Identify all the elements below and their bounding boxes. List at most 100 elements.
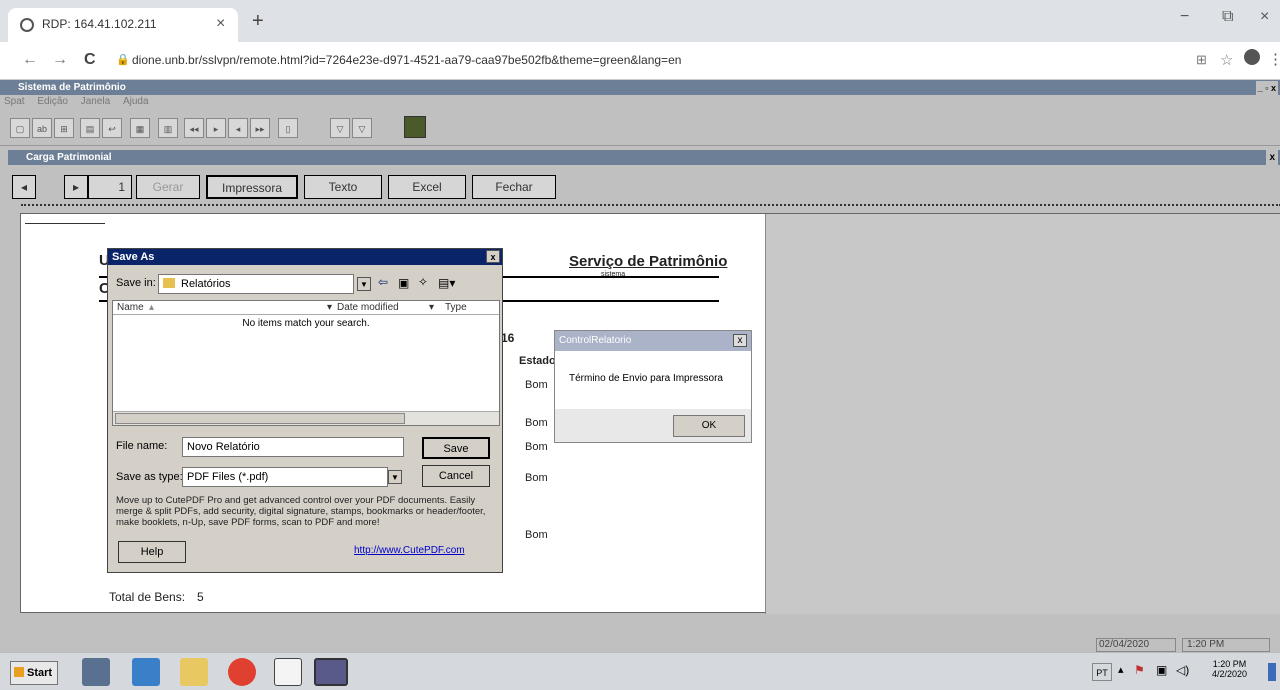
file-list-header: Name ▴ ▾ Date modified ▾ Type <box>113 301 499 315</box>
page-icon[interactable]: ▯ <box>278 118 298 138</box>
save-as-title: Save As <box>112 251 155 263</box>
save-icon[interactable]: ▤ <box>80 118 100 138</box>
chevron-down-icon[interactable]: ▼ <box>388 470 402 484</box>
child-window-title: Carga Patrimonial <box>26 152 112 163</box>
column-date-filter-icon[interactable]: ▾ <box>429 302 434 313</box>
up-folder-icon[interactable]: ▣ <box>398 276 409 290</box>
control-dialog-close-button[interactable]: x <box>733 334 747 347</box>
column-date-modified[interactable]: Date modified <box>337 302 399 313</box>
save-as-dialog: Save As x Save in: Relatórios ▼ ⇦ ▣ ✧ ▤▾… <box>107 248 503 573</box>
prev-record-icon[interactable]: ▸ <box>206 118 226 138</box>
control-dialog-title-bar: ControlRelatorio x <box>555 331 751 351</box>
child-close-button[interactable]: x <box>1266 150 1278 165</box>
chrome-icon[interactable] <box>228 658 256 686</box>
scrollbar-thumb[interactable] <box>115 413 405 424</box>
control-relatorio-dialog: ControlRelatorio x Término de Envio para… <box>554 330 752 443</box>
total-label: Total de Bens: <box>109 590 186 604</box>
new-folder-icon[interactable]: ✧ <box>418 275 428 289</box>
column-type[interactable]: Type <box>445 302 467 313</box>
translate-icon[interactable]: ⊞ <box>1196 52 1207 68</box>
report-stub-16: 16 <box>501 331 515 345</box>
preview-icon[interactable]: ▦ <box>130 118 150 138</box>
ie-icon[interactable] <box>132 658 160 686</box>
network-icon[interactable]: ▣ <box>1156 663 1167 677</box>
chevron-down-icon[interactable]: ▼ <box>357 277 371 291</box>
sort-icon: ▴ <box>149 302 155 313</box>
undo-icon[interactable]: ↩ <box>102 118 122 138</box>
menu-spat[interactable]: Spat <box>4 96 25 107</box>
show-hidden-icons-icon[interactable]: ▴ <box>1118 663 1124 676</box>
close-window-button[interactable]: × <box>1260 8 1269 26</box>
star-icon[interactable]: ☆ <box>1220 51 1233 69</box>
save-button[interactable]: Save <box>422 437 490 459</box>
save-in-dropdown[interactable]: Relatórios <box>158 274 354 294</box>
window-icon[interactable] <box>274 658 302 686</box>
url-input[interactable]: 🔒 dione.unb.br/sslvpn/remote.html?id=726… <box>110 48 1120 74</box>
profile-icon[interactable] <box>1244 49 1260 65</box>
clear-filter-icon[interactable]: ▽ <box>352 118 372 138</box>
cutepdf-link[interactable]: http://www.CutePDF.com <box>354 545 465 556</box>
reload-button[interactable]: C <box>84 51 96 69</box>
clock[interactable]: 1:20 PM 4/2/2020 <box>1212 659 1247 679</box>
ok-button[interactable]: OK <box>673 415 745 437</box>
help-button[interactable]: Help <box>118 541 186 563</box>
impressora-button[interactable]: Impressora <box>206 175 298 199</box>
volume-icon[interactable]: ◁) <box>1176 663 1189 677</box>
next-record-icon[interactable]: ◂ <box>228 118 248 138</box>
start-label: Start <box>27 667 53 679</box>
clock-time: 1:20 PM <box>1212 659 1247 669</box>
last-record-icon[interactable]: ▸▸ <box>250 118 270 138</box>
new-tab-button[interactable]: + <box>252 10 264 33</box>
exit-icon[interactable] <box>404 116 426 138</box>
view-menu-icon[interactable]: ▤▾ <box>438 276 455 290</box>
back-button[interactable]: ← <box>22 51 38 69</box>
horizontal-scrollbar[interactable] <box>113 411 499 425</box>
folder-icon <box>163 278 175 288</box>
menu-ajuda[interactable]: Ajuda <box>123 96 149 107</box>
explorer-icon[interactable] <box>180 658 208 686</box>
grid-icon[interactable]: ⊞ <box>54 118 74 138</box>
fechar-button[interactable]: Fechar <box>472 175 556 199</box>
file-name-input[interactable]: Novo Relatório <box>182 437 404 457</box>
language-indicator[interactable]: PT <box>1092 663 1112 681</box>
start-button[interactable]: Start <box>10 661 58 685</box>
patrimonio-app-icon[interactable] <box>314 658 348 686</box>
maximize-button[interactable]: ⧉ <box>1222 8 1233 26</box>
save-as-close-button[interactable]: x <box>486 250 500 263</box>
browser-tab-bar: RDP: 164.41.102.211 × + − ⧉ × <box>0 0 1280 42</box>
column-name-filter-icon[interactable]: ▾ <box>327 302 332 313</box>
windows-logo-icon <box>14 667 24 677</box>
tab-close-icon[interactable]: × <box>216 15 225 33</box>
prev-page-button[interactable]: ◂ <box>12 175 36 199</box>
menu-icon[interactable]: ⋮ <box>1268 50 1280 68</box>
column-name[interactable]: Name <box>117 302 144 313</box>
file-list[interactable]: Name ▴ ▾ Date modified ▾ Type No items m… <box>112 300 500 426</box>
browser-tab[interactable]: RDP: 164.41.102.211 × <box>8 8 238 42</box>
cancel-button[interactable]: Cancel <box>422 465 490 487</box>
menu-edicao[interactable]: Edição <box>37 96 68 107</box>
page-number-field[interactable]: 1 <box>88 175 132 199</box>
app-window-controls[interactable]: _ ▫ x <box>1255 81 1278 96</box>
gerar-button[interactable]: Gerar <box>136 175 200 199</box>
control-dialog-title: ControlRelatorio <box>559 335 632 346</box>
next-page-button[interactable]: ▸ <box>64 175 88 199</box>
save-as-type-dropdown[interactable]: PDF Files (*.pdf) <box>182 467 388 487</box>
texto-button[interactable]: Texto <box>304 175 382 199</box>
app-title: Sistema de Patrimônio <box>18 82 126 93</box>
new-icon[interactable]: ▢ <box>10 118 30 138</box>
network-app-icon[interactable] <box>82 658 110 686</box>
menu-janela[interactable]: Janela <box>81 96 110 107</box>
excel-button[interactable]: Excel <box>388 175 466 199</box>
print-icon[interactable]: ▥ <box>158 118 178 138</box>
estado-column-header: Estado <box>519 355 556 367</box>
estado-value: Bom <box>525 472 548 484</box>
flag-icon[interactable]: ⚑ <box>1134 663 1145 677</box>
forward-button[interactable]: → <box>52 51 68 69</box>
text-icon[interactable]: ab <box>32 118 52 138</box>
show-desktop-button[interactable] <box>1268 663 1276 681</box>
filter-icon[interactable]: ▽ <box>330 118 350 138</box>
minimize-button[interactable]: − <box>1180 8 1189 26</box>
divider <box>21 204 1280 206</box>
first-record-icon[interactable]: ◂◂ <box>184 118 204 138</box>
back-arrow-icon[interactable]: ⇦ <box>378 275 388 289</box>
